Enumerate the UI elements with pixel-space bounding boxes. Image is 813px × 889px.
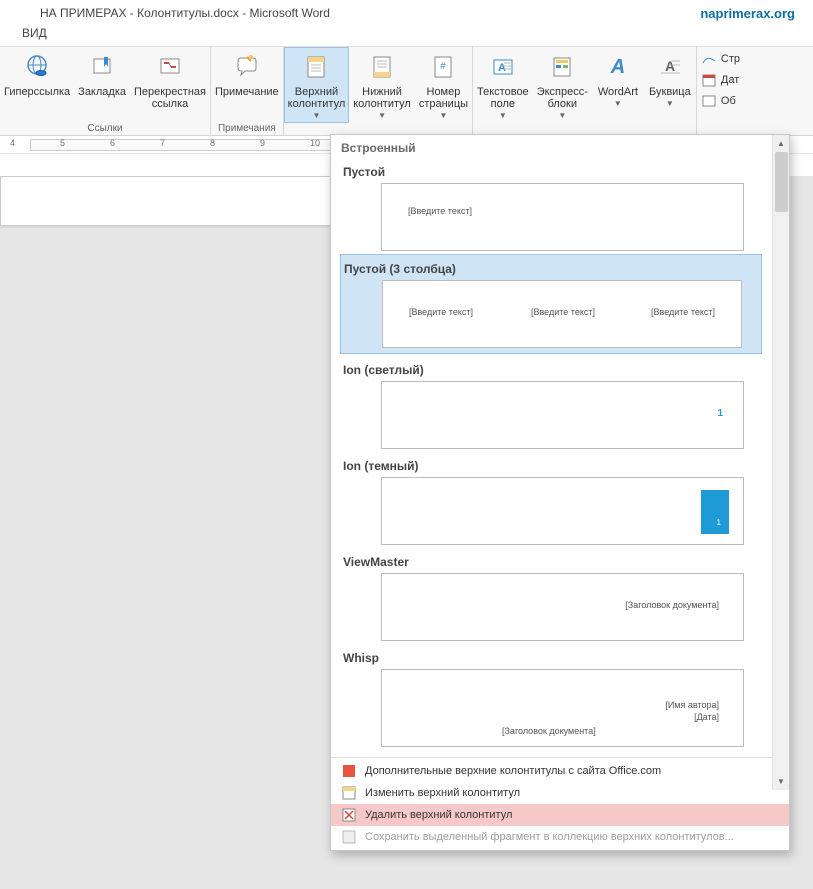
footer-label: Нижний колонтитул [353,86,411,110]
gallery-item-ionlight[interactable]: Ion (светлый) 1 [341,357,762,449]
delete-header-icon [341,807,357,823]
crossref-label: Перекрестная ссылка [134,86,206,110]
textbox-button[interactable]: A Текстовое поле ▼ [473,47,533,123]
ruler-paper [30,139,332,151]
site-link[interactable]: naprimerax.org [700,6,795,21]
scroll-up-icon[interactable]: ▲ [773,135,789,152]
group-name-links: Ссылки [0,123,210,136]
footer-button[interactable]: Нижний колонтитул ▼ [349,47,415,123]
ribbon-tabs: ВИД [0,24,813,46]
footer-icon [366,51,398,83]
dropcap-label: Буквица [649,86,691,98]
hyperlink-button[interactable]: Гиперссылка [0,47,74,123]
bookmark-icon [86,51,118,83]
crossref-icon [154,51,186,83]
save-icon [341,829,357,845]
gallery-preview: 1 [381,477,744,545]
textbox-icon: A [487,51,519,83]
save-selection-button: Сохранить выделенный фрагмент в коллекци… [331,826,789,848]
comment-icon [231,51,263,83]
object-button[interactable]: Об [701,91,740,111]
comment-button[interactable]: Примечание [211,47,283,123]
chevron-down-icon: ▼ [378,111,386,120]
sig-icon [701,51,717,67]
titlebar: НА ПРИМЕРАХ - Колонтитулы.docx - Microso… [0,0,813,24]
gallery-preview: [Введите текст] [Введите текст] [Введите… [382,280,742,348]
ribbon-group-comments: Примечание Примечания [211,47,284,135]
header-icon [300,51,332,83]
gallery-item-iondark[interactable]: Ion (темный) 1 [341,453,762,545]
svg-text:A: A [498,62,506,74]
gallery-preview: [Заголовок документа] [381,573,744,641]
hyperlink-label: Гиперссылка [4,86,70,98]
wordart-label: WordArt [598,86,638,98]
chevron-down-icon: ▼ [614,99,622,108]
globe-link-icon [21,51,53,83]
date-icon [701,72,717,88]
ribbon: Гиперссылка Закладка Перекрестная ссылка… [0,46,813,136]
tab-view[interactable]: ВИД [22,26,47,40]
chevron-down-icon: ▼ [439,111,447,120]
svg-text:A: A [610,56,625,78]
scroll-down-icon[interactable]: ▼ [773,773,789,790]
ribbon-group-links: Гиперссылка Закладка Перекрестная ссылка… [0,47,211,135]
office-icon [341,763,357,779]
edit-header-button[interactable]: Изменить верхний колонтитул [331,782,789,804]
svg-text:#: # [441,61,447,72]
scroll-thumb[interactable] [775,152,788,212]
wordart-button[interactable]: A WordArt ▼ [592,47,644,123]
textbox-label: Текстовое поле [477,86,529,110]
pagenum-icon: # [427,51,459,83]
group-name-comments: Примечания [211,123,283,136]
header-label: Верхний колонтитул [288,86,346,110]
more-from-office-button[interactable]: Дополнительные верхние колонтитулы с сай… [331,760,789,782]
gallery-menu: Дополнительные верхние колонтитулы с сай… [331,757,789,850]
obj-icon [701,93,717,109]
chevron-down-icon: ▼ [313,111,321,120]
gallery-item-viewmaster[interactable]: ViewMaster [Заголовок документа] [341,549,762,641]
edit-header-icon [341,785,357,801]
pagenum-label: Номер страницы [419,86,468,110]
wordart-icon: A [602,51,634,83]
dropcap-icon: A [654,51,686,83]
gallery-item-whisp[interactable]: Whisp [Имя автора] [Дата] [Заголовок док… [341,645,762,747]
window-title: НА ПРИМЕРАХ - Колонтитулы.docx - Microso… [40,6,330,20]
quickparts-label: Экспресс- блоки [537,86,588,110]
dropcap-button[interactable]: A Буквица ▼ [644,47,696,123]
gallery-item-blank3[interactable]: Пустой (3 столбца) [Введите текст] [Введ… [340,254,762,354]
bookmark-label: Закладка [78,86,126,98]
delete-header-button[interactable]: Удалить верхний колонтитул [331,804,789,826]
signature-button[interactable]: Стр [701,49,740,69]
quickparts-icon [546,51,578,83]
gallery-preview: [Имя автора] [Дата] [Заголовок документа… [381,669,744,747]
ribbon-group-headerfooter: Верхний колонтитул ▼ Нижний колонтитул ▼… [284,47,473,135]
header-gallery: Встроенный Пустой [Введите текст] Пустой… [330,134,790,851]
header-button[interactable]: Верхний колонтитул ▼ [284,47,350,123]
ribbon-group-text: A Текстовое поле ▼ Экспресс- блоки ▼ A W… [473,47,696,135]
chevron-down-icon: ▼ [558,111,566,120]
gallery-section-header: Встроенный [331,135,789,159]
ribbon-small-column: Стр Дат Об [696,47,744,135]
gallery-preview: [Введите текст] [381,183,744,251]
document-page[interactable] [0,176,332,226]
bookmark-button[interactable]: Закладка [74,47,130,123]
comment-label: Примечание [215,86,279,98]
chevron-down-icon: ▼ [499,111,507,120]
quickparts-button[interactable]: Экспресс- блоки ▼ [533,47,592,123]
svg-text:A: A [665,58,675,74]
gallery-preview: 1 [381,381,744,449]
gallery-scrollbar[interactable]: ▲ ▼ [772,135,789,790]
pagenum-button[interactable]: # Номер страницы ▼ [415,47,472,123]
crossref-button[interactable]: Перекрестная ссылка [130,47,210,123]
date-button[interactable]: Дат [701,70,740,90]
chevron-down-icon: ▼ [666,99,674,108]
gallery-item-blank[interactable]: Пустой [Введите текст] [341,159,762,251]
